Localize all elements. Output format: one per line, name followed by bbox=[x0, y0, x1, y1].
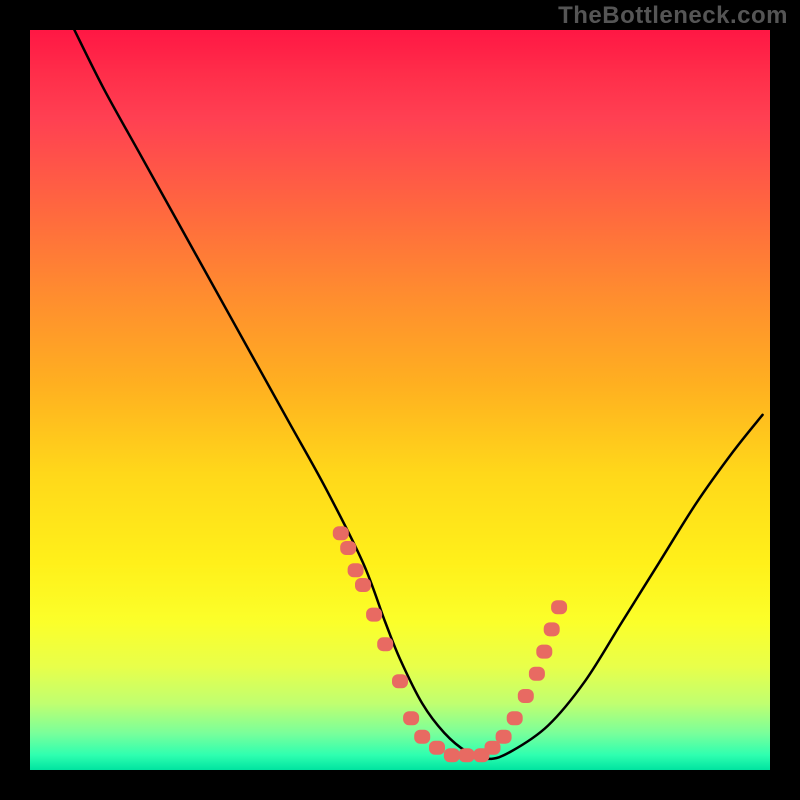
plot-area bbox=[30, 30, 770, 770]
curve-marker bbox=[529, 667, 545, 681]
curve-marker bbox=[377, 637, 393, 651]
curve-marker bbox=[348, 563, 364, 577]
curve-marker bbox=[392, 674, 408, 688]
curve-marker bbox=[507, 711, 523, 725]
curve-marker bbox=[536, 645, 552, 659]
curve-marker bbox=[444, 748, 460, 762]
chart-overlay bbox=[30, 30, 770, 770]
curve-marker bbox=[496, 730, 512, 744]
curve-marker bbox=[333, 526, 349, 540]
curve-marker bbox=[340, 541, 356, 555]
curve-marker bbox=[459, 748, 475, 762]
curve-marker bbox=[429, 741, 445, 755]
curve-marker bbox=[485, 741, 501, 755]
curve-marker bbox=[366, 608, 382, 622]
chart-root: TheBottleneck.com bbox=[0, 0, 800, 800]
curve-markers bbox=[333, 526, 567, 762]
curve-marker bbox=[518, 689, 534, 703]
curve-marker bbox=[355, 578, 371, 592]
curve-marker bbox=[544, 622, 560, 636]
bottleneck-curve bbox=[74, 30, 762, 759]
curve-marker bbox=[551, 600, 567, 614]
curve-marker bbox=[403, 711, 419, 725]
watermark-text: TheBottleneck.com bbox=[558, 2, 788, 30]
curve-marker bbox=[414, 730, 430, 744]
